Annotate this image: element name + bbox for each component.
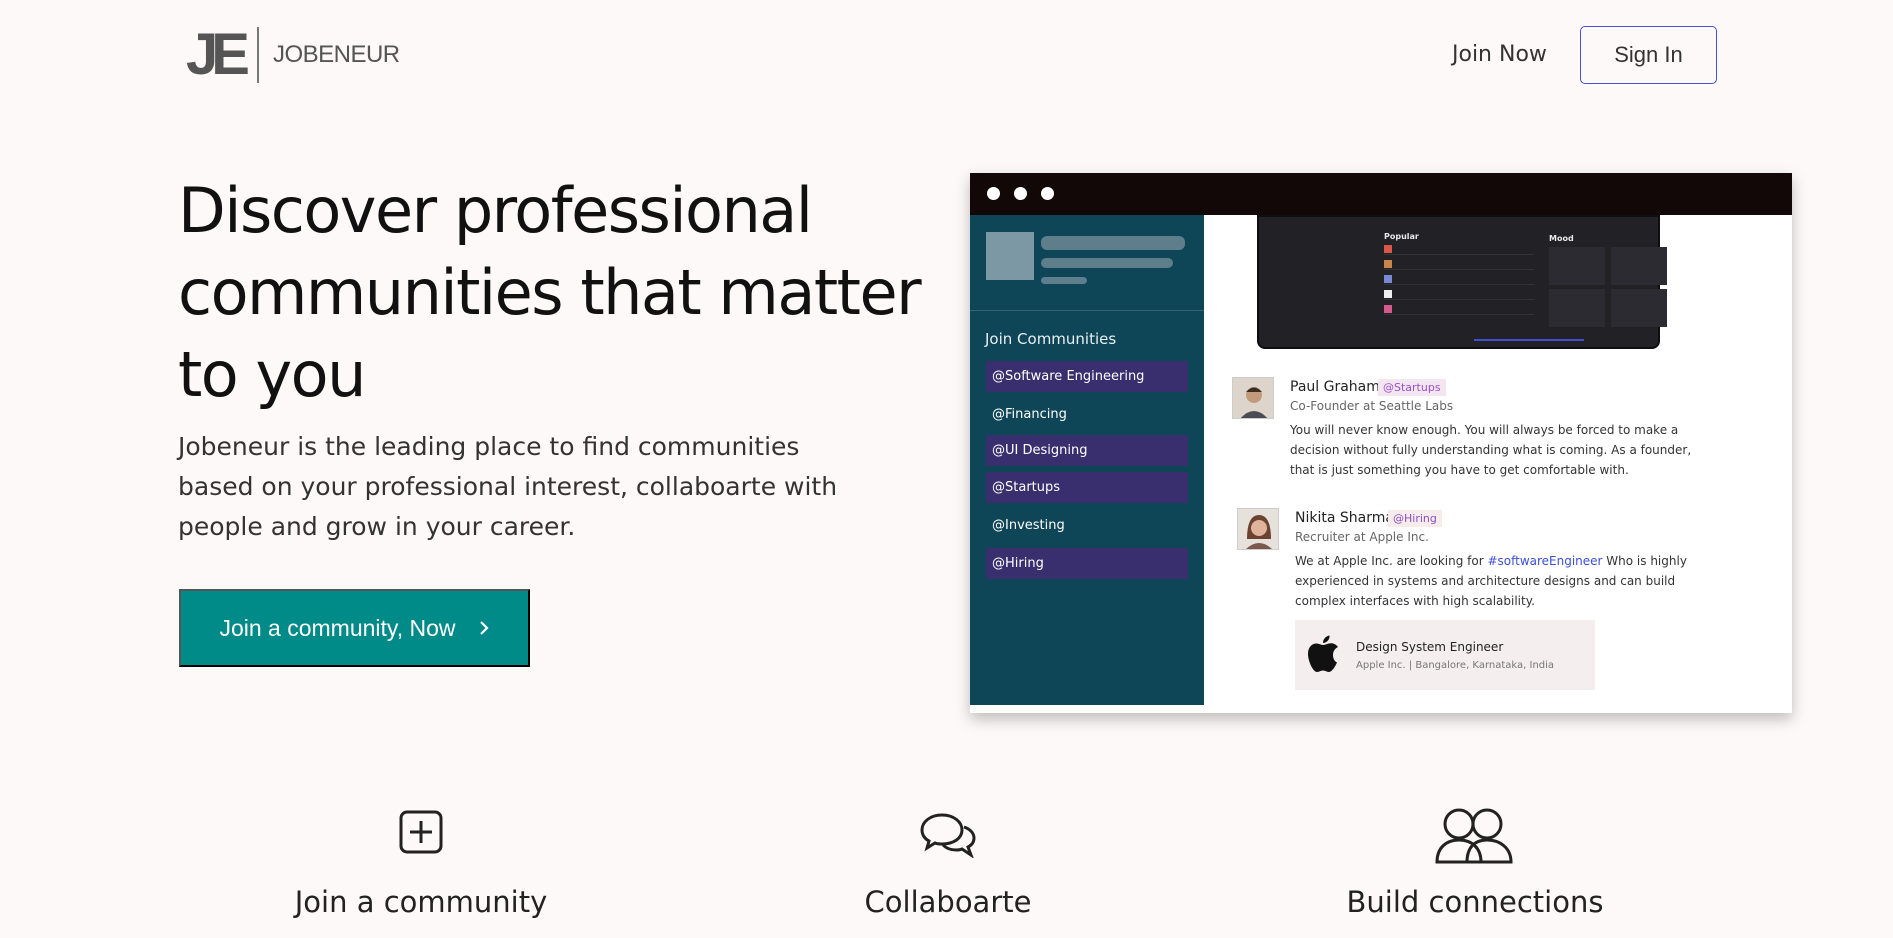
popular-label: Popular xyxy=(1384,232,1419,241)
placeholder-line xyxy=(1041,236,1185,250)
community-item[interactable]: @Hiring xyxy=(986,548,1188,579)
mood-tile xyxy=(1549,289,1605,327)
window-dot xyxy=(987,187,1000,200)
sidebar-divider xyxy=(970,310,1204,311)
mood-tile xyxy=(1611,289,1667,327)
post-community-tag[interactable]: @Startups xyxy=(1378,379,1446,396)
track-row xyxy=(1384,245,1534,255)
join-now-link[interactable]: Join Now xyxy=(1452,42,1547,67)
post-hashtag[interactable]: #softwareEngineer xyxy=(1487,554,1602,568)
community-item[interactable]: @Investing xyxy=(986,510,1188,541)
sign-in-button[interactable]: Sign In xyxy=(1580,26,1717,84)
hero-description: Jobeneur is the leading place to find co… xyxy=(178,432,838,541)
cta-label: Join a community, Now xyxy=(219,614,456,641)
track-row xyxy=(1384,275,1534,285)
track-row xyxy=(1384,290,1534,300)
jobeneur-logo[interactable]: JE JOBENEUR xyxy=(186,22,400,87)
job-location: Apple Inc. | Bangalore, Karnataka, India xyxy=(1356,660,1555,671)
apple-logo-icon xyxy=(1308,635,1338,672)
playback-progress xyxy=(1474,339,1584,341)
post-author-name: Paul Graham xyxy=(1290,379,1380,395)
placeholder-line xyxy=(1041,258,1173,268)
placeholder-line xyxy=(1041,277,1087,284)
window-dot xyxy=(1014,187,1027,200)
window-dot xyxy=(1041,187,1054,200)
post-body: You will never know enough. You will alw… xyxy=(1290,423,1692,477)
app-preview: Join Communities @Software Engineering @… xyxy=(970,173,1792,713)
preview-sidebar: Join Communities @Software Engineering @… xyxy=(970,215,1204,705)
communities-heading: Join Communities xyxy=(985,330,1117,348)
join-community-button[interactable]: Join a community, Now xyxy=(179,589,530,667)
post-author-role: Co-Founder at Seattle Labs xyxy=(1290,399,1454,413)
chat-bubbles-icon xyxy=(920,813,976,858)
embedded-player-screenshot: Popular Mood xyxy=(1257,215,1667,349)
post-author-role: Recruiter at Apple Inc. xyxy=(1295,530,1429,544)
community-item[interactable]: @Startups xyxy=(986,472,1188,503)
post-body-text: We at Apple Inc. are looking for xyxy=(1295,554,1488,568)
post-community-tag[interactable]: @Hiring xyxy=(1388,510,1442,527)
feature-label: Build connections xyxy=(1346,885,1604,919)
mood-tile xyxy=(1549,247,1605,285)
community-item[interactable]: @UI Designing xyxy=(986,435,1188,466)
people-icon xyxy=(1435,808,1513,864)
plus-square-icon xyxy=(399,810,443,854)
avatar xyxy=(1237,508,1279,550)
track-row xyxy=(1384,260,1534,270)
hero-title: Discover professional communities that m… xyxy=(178,174,922,411)
track-row xyxy=(1384,305,1534,315)
logo-divider xyxy=(256,27,259,83)
mood-tile xyxy=(1611,247,1667,285)
community-item[interactable]: @Software Engineering xyxy=(986,361,1188,392)
feature-label: Collaboarte xyxy=(864,885,1032,919)
profile-avatar-placeholder xyxy=(986,232,1034,280)
logo-text: JOBENEUR xyxy=(272,41,400,68)
window-titlebar xyxy=(970,173,1792,215)
post-author-name: Nikita Sharma xyxy=(1295,510,1394,526)
logo-mark: JE xyxy=(186,22,250,87)
chevron-right-icon xyxy=(479,621,489,635)
community-item[interactable]: @Financing xyxy=(986,399,1188,430)
mood-label: Mood xyxy=(1549,234,1574,243)
job-card[interactable]: Design System Engineer Apple Inc. | Bang… xyxy=(1295,620,1595,690)
job-title: Design System Engineer xyxy=(1356,640,1504,654)
feature-label: Join a community xyxy=(294,885,548,919)
post-body: We at Apple Inc. are looking for #softwa… xyxy=(1295,551,1700,611)
avatar xyxy=(1232,377,1274,419)
